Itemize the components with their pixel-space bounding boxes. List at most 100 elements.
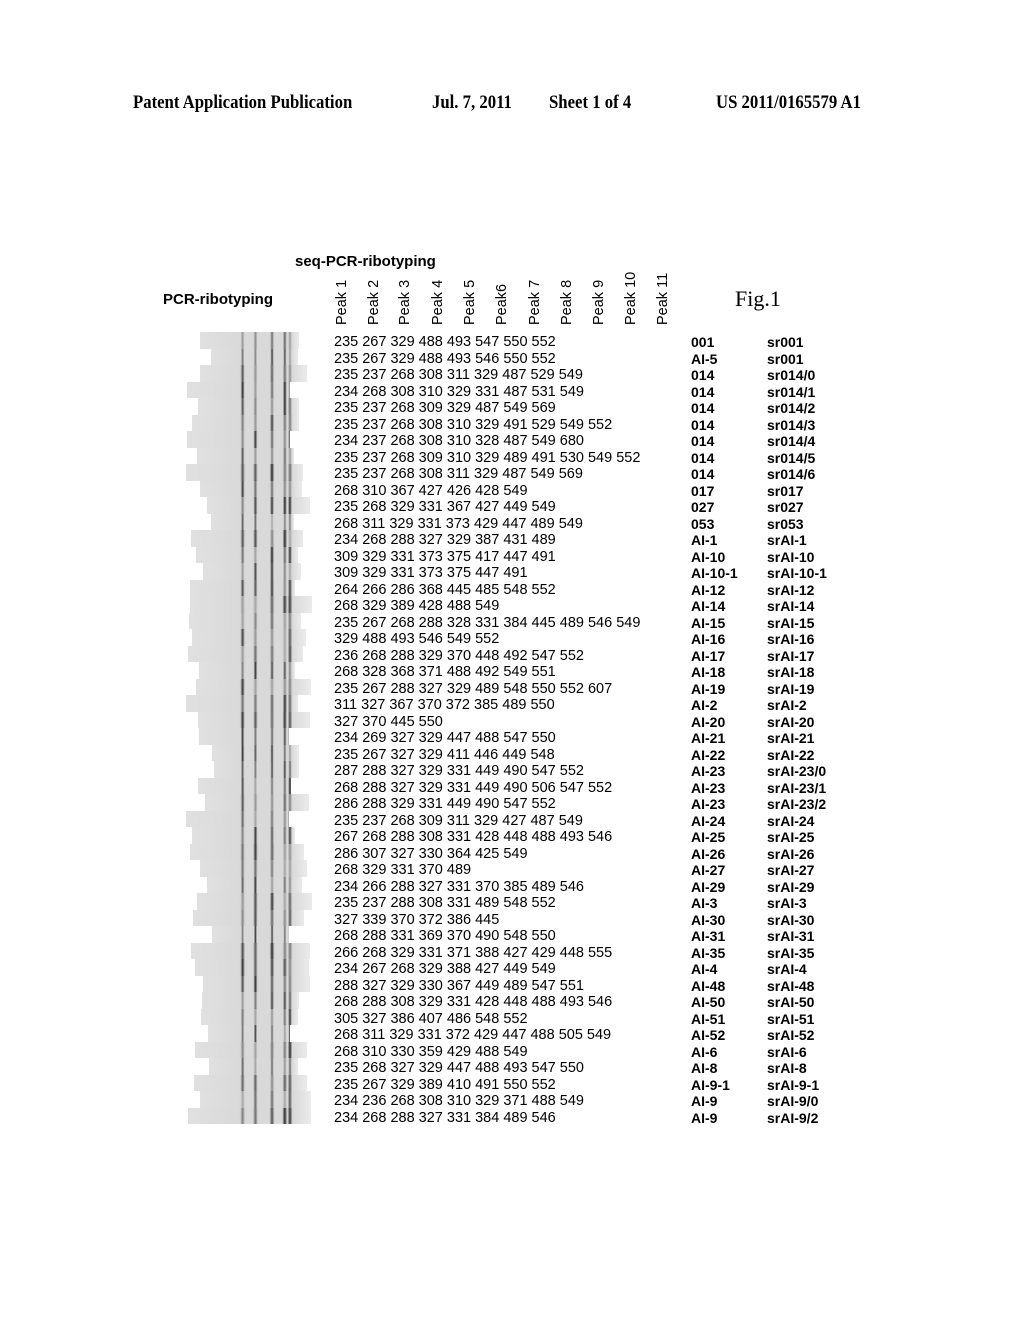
figure-label: Fig.1: [735, 286, 781, 311]
peak-values: 235 237 268 309 310 329 489 491 530 549 …: [334, 449, 641, 466]
peak-header-label: Peak 7: [527, 279, 543, 325]
table-row: 235 267 288 327 329 489 548 550 552 607 A…: [0, 681, 1024, 698]
peak-values: 267 268 288 308 331 428 448 488 493 546: [334, 829, 613, 845]
pcr-ribotype: 014: [691, 383, 715, 400]
pcr-ribotype: AI-20: [691, 713, 726, 730]
pcr-ribotype: AI-12: [691, 581, 726, 598]
table-row: 264 266 286 368 445 485 548 552 AI-12 srAI…: [0, 582, 1024, 599]
peak-values: 234 237 268 308 310 328 487 549 680: [334, 433, 584, 449]
table-row: 235 237 268 309 329 487 549 569 014 sr014/…: [0, 400, 1024, 417]
peak-values: 268 310 367 427 426 428 549: [334, 482, 528, 499]
table-row: 235 237 288 308 331 489 548 552 AI-3 srAI-…: [0, 895, 1024, 912]
pcr-ribotype: AI-27: [691, 862, 726, 878]
table-row: 268 329 389 428 488 549 AI-14 srAI-14: [0, 598, 1024, 615]
seq-ribotype: srAI-12: [767, 581, 815, 598]
peak-values: 235 267 329 488 493 547 550 552: [334, 334, 556, 350]
seq-ribotype: sr014/1: [767, 383, 816, 400]
peak-header-label: Peak 8: [559, 279, 575, 325]
seq-ribotype: srAI-25: [767, 829, 815, 845]
peak-header-label: Peak 1: [334, 279, 350, 325]
seq-ribotype: sr017: [767, 482, 804, 499]
peak-values: 234 268 288 327 331 384 489 546: [334, 1109, 556, 1126]
pcr-ribotype: AI-6: [691, 1043, 718, 1060]
seq-ribotype: srAI-16: [767, 631, 815, 647]
seq-ribotype: srAI-4: [767, 961, 807, 977]
pcr-ribotype: AI-25: [691, 829, 726, 845]
table-row: 268 328 368 371 488 492 549 551 AI-18 srAI…: [0, 664, 1024, 681]
peak-values: 329 488 493 546 549 552: [334, 631, 500, 647]
table-row: 234 237 268 308 310 328 487 549 680 014 sr…: [0, 433, 1024, 450]
seq-ribotype: sr053: [767, 515, 804, 532]
page-header: Patent Application Publication Jul. 7, 2…: [0, 92, 1024, 116]
pcr-ribotype: 014: [691, 367, 715, 383]
seq-ribotype: sr014/2: [767, 400, 816, 416]
pcr-ribotype: 014: [691, 449, 715, 466]
seq-ribotype: srAI-22: [767, 746, 815, 763]
pcr-ribotype: 014: [691, 400, 715, 416]
pcr-ribotype: AI-26: [691, 845, 726, 862]
pcr-ribotyping-title: PCR-ribotyping: [163, 291, 273, 308]
pcr-ribotype: AI-50: [691, 994, 726, 1010]
seq-ribotype: srAI-9/2: [767, 1109, 819, 1126]
pcr-ribotype: AI-24: [691, 812, 726, 829]
table-row: 234 267 268 329 388 427 449 549 AI-4 srAI-…: [0, 961, 1024, 978]
seq-ribotype: srAI-10-1: [767, 565, 827, 581]
table-row: 268 311 329 331 372 429 447 488 505 549 A…: [0, 1027, 1024, 1044]
peak-values: 286 307 327 330 364 425 549: [334, 845, 528, 862]
peak-values: 235 267 329 389 410 491 550 552: [334, 1076, 556, 1093]
seq-ribotype: srAI-18: [767, 664, 815, 680]
peak-values: 268 310 330 359 429 488 549: [334, 1043, 528, 1060]
seq-ribotype: srAI-6: [767, 1043, 807, 1060]
peak-values: 235 267 288 327 329 489 548 550 552 607: [334, 680, 613, 697]
peak-values: 309 329 331 373 375 447 491: [334, 565, 528, 581]
peak-values: 268 311 329 331 372 429 447 488 505 549: [334, 1027, 612, 1043]
peak-values: 268 328 368 371 488 492 549 551: [334, 664, 556, 680]
table-row: 234 268 288 327 331 384 489 546 AI-9 srAI-…: [0, 1110, 1024, 1127]
pcr-ribotype: AI-18: [691, 664, 726, 680]
pcr-ribotype: AI-15: [691, 614, 726, 631]
table-row: 235 237 268 308 311 329 487 529 549 014 sr…: [0, 367, 1024, 384]
table-row: 235 237 268 309 311 329 427 487 549 AI-24…: [0, 813, 1024, 830]
seq-ribotype: srAI-51: [767, 1010, 815, 1027]
pcr-ribotype: AI-52: [691, 1027, 726, 1043]
peak-values: 234 269 327 329 447 488 547 550: [334, 730, 556, 746]
pcr-ribotype: AI-23: [691, 796, 726, 812]
seq-ribotype: srAI-48: [767, 977, 815, 994]
seq-ribotype: srAI-29: [767, 878, 815, 895]
table-row: 235 237 268 309 310 329 489 491 530 549 …: [0, 450, 1024, 467]
seq-ribotype: srAI-23/0: [767, 763, 827, 779]
table-row: 267 268 288 308 331 428 448 488 493 546 A…: [0, 829, 1024, 846]
table-row: 234 269 327 329 447 488 547 550 AI-21 srAI…: [0, 730, 1024, 747]
pcr-ribotype: 053: [691, 515, 715, 532]
seq-ribotype: srAI-14: [767, 598, 815, 614]
seq-ribotype: srAI-8: [767, 1060, 807, 1076]
seq-ribotype: srAI-23/2: [767, 796, 827, 812]
seq-ribotype: srAI-10: [767, 548, 815, 565]
pcr-ribotype: AI-19: [691, 680, 726, 697]
pcr-ribotype: AI-10: [691, 548, 726, 565]
sheet-number: Sheet 1 of 4: [549, 92, 632, 113]
table-row: 309 329 331 373 375 447 491 AI-10-1 srAI-1…: [0, 565, 1024, 582]
table-row: 268 310 330 359 429 488 549 AI-6 srAI-6: [0, 1044, 1024, 1061]
peak-values: 268 329 389 428 488 549: [334, 598, 500, 614]
table-row: 236 268 288 329 370 448 492 547 552 AI-17…: [0, 648, 1024, 665]
pcr-ribotype: AI-9: [691, 1093, 718, 1109]
table-row: 235 267 329 488 493 546 550 552 AI-5 sr001: [0, 351, 1024, 368]
pcr-ribotype: AI-1: [691, 532, 718, 548]
seq-ribotype: sr014/3: [767, 416, 816, 433]
publication-type: Patent Application Publication: [133, 92, 353, 113]
pcr-ribotype: 027: [691, 499, 715, 515]
table-row: 268 311 329 331 373 429 447 489 549 053 sr…: [0, 516, 1024, 533]
peak-values: 268 288 308 329 331 428 448 488 493 546: [334, 994, 613, 1010]
pcr-ribotype: 014: [691, 466, 715, 482]
seq-ribotype: srAI-3: [767, 895, 807, 911]
seq-ribotype: srAI-24: [767, 812, 815, 829]
table-row: 327 339 370 372 386 445 AI-30 srAI-30: [0, 912, 1024, 929]
peak-header-label: Peak 2: [366, 279, 382, 325]
pcr-ribotype: AI-9-1: [691, 1076, 730, 1093]
table-row: 234 236 268 308 310 329 371 488 549 AI-9 s…: [0, 1093, 1024, 1110]
table-row: 235 267 329 389 410 491 550 552 AI-9-1 srA…: [0, 1077, 1024, 1094]
pcr-ribotype: AI-48: [691, 977, 726, 994]
table-row: 268 288 331 369 370 490 548 550 AI-31 srAI…: [0, 928, 1024, 945]
peak-values: 309 329 331 373 375 417 447 491: [334, 548, 556, 565]
